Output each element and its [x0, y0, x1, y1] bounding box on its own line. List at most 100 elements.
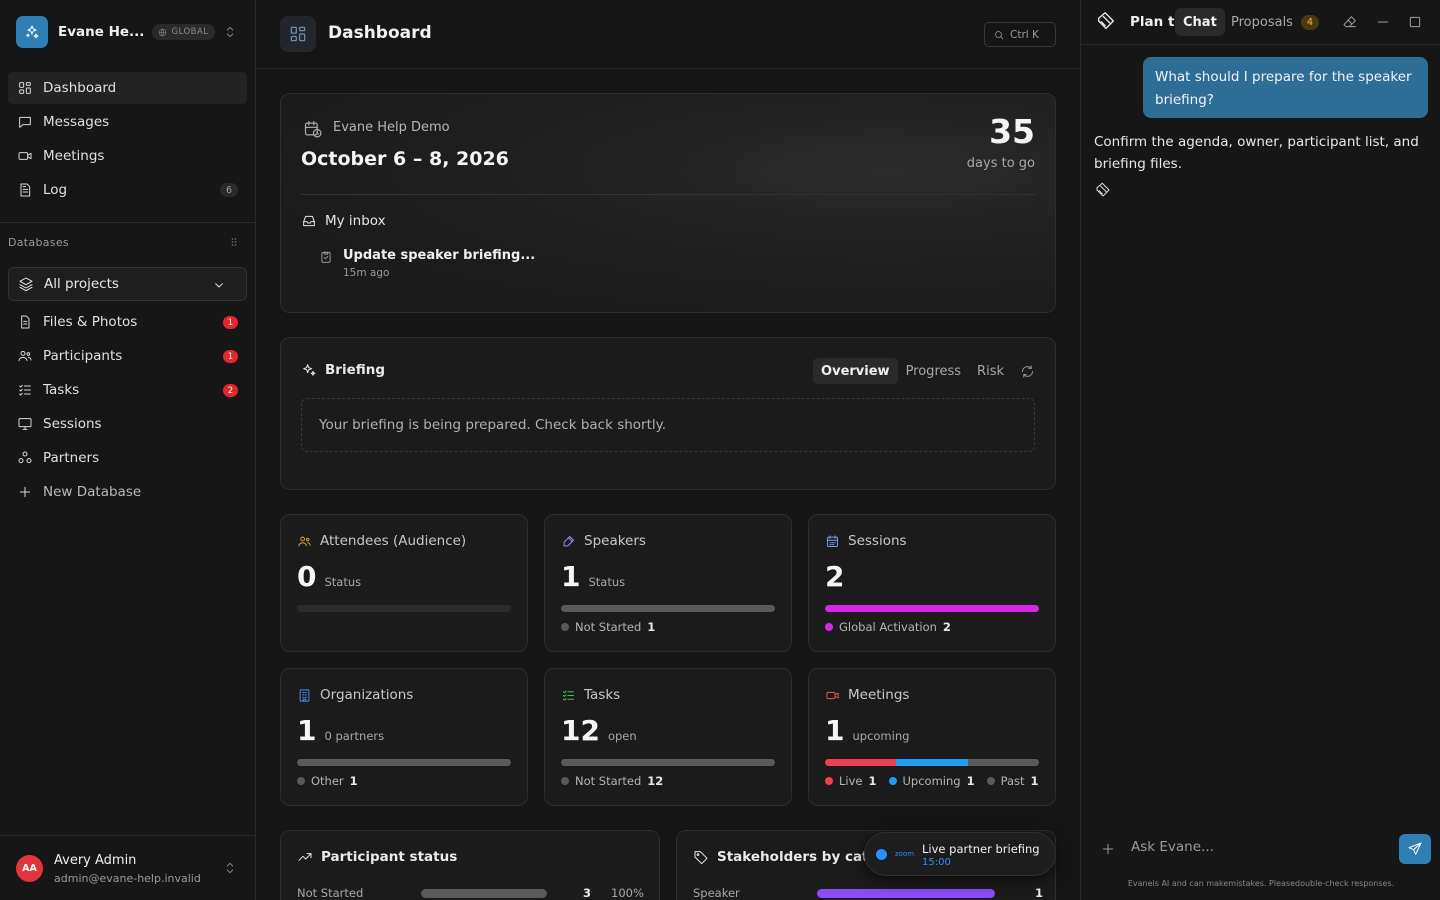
- stat-heading: Attendees (Audience): [297, 533, 466, 549]
- main-nav: Dashboard Messages Meetings Log 6: [8, 72, 247, 208]
- trending-up-icon: [298, 853, 312, 861]
- tab-progress[interactable]: Progress: [898, 358, 969, 384]
- db-item-participants[interactable]: Participants 1: [8, 340, 247, 372]
- refresh-icon[interactable]: [1020, 364, 1035, 379]
- speaker-icon: [563, 535, 574, 546]
- nav-item-dashboard[interactable]: Dashboard: [8, 72, 247, 104]
- legend-label: Not Started: [575, 774, 642, 788]
- tab-proposals-label: Proposals: [1231, 14, 1293, 30]
- legend-label: Past: [1000, 774, 1025, 788]
- chevron-updown-icon: [222, 860, 238, 876]
- stat-card-attendees[interactable]: Attendees (Audience) 0 Status: [280, 514, 528, 652]
- attach-plus-icon[interactable]: [1100, 841, 1116, 857]
- briefing-title: Briefing: [325, 362, 386, 378]
- workspace-name: Evane He...: [58, 24, 145, 40]
- db-item-partners[interactable]: Partners: [8, 442, 247, 474]
- legend-dot: [561, 777, 569, 785]
- stat-bar-segment: [967, 759, 1039, 766]
- stat-bar-segment: [561, 759, 775, 766]
- calendar-icon: [827, 534, 838, 547]
- send-button[interactable]: [1399, 834, 1431, 864]
- stat-subtitle: Status: [588, 575, 626, 589]
- db-item-tasks[interactable]: Tasks 2: [8, 374, 247, 406]
- db-item-sessions[interactable]: Sessions: [8, 408, 247, 440]
- tab-risk[interactable]: Risk: [969, 358, 1012, 384]
- chat-input[interactable]: [1131, 837, 1391, 857]
- stat-card-sessions[interactable]: Sessions 2 Global Activation 2: [808, 514, 1056, 652]
- stat-subtitle: open: [607, 729, 637, 743]
- legend-item: Not Started 12: [561, 774, 663, 788]
- drag-handle-icon[interactable]: [228, 236, 240, 248]
- legend-label: Global Activation: [839, 620, 937, 634]
- workspace-logo-icon: [16, 16, 48, 48]
- stat-value: 1 0 partners: [297, 714, 384, 747]
- tab-proposals[interactable]: Proposals 4: [1231, 8, 1319, 36]
- nav-item-log[interactable]: Log 6: [8, 174, 247, 206]
- status-row: Not Started 3 100%: [297, 886, 644, 900]
- stat-bar-segment: [825, 759, 897, 766]
- legend-value: 1: [868, 774, 877, 788]
- new-database-button[interactable]: New Database: [8, 476, 247, 508]
- tab-chat[interactable]: Chat: [1175, 8, 1225, 36]
- legend-item: Live 1: [825, 774, 877, 788]
- toast-time: 15:00: [922, 857, 951, 868]
- file-icon: [21, 315, 30, 329]
- sessions-icon: [18, 418, 32, 430]
- inbox-heading: My inbox: [301, 213, 386, 229]
- stat-value: 12 open: [561, 714, 637, 747]
- clipboard-icon: [321, 251, 331, 263]
- briefing-tabs: Overview Progress Risk: [813, 358, 1035, 384]
- stat-value: 0 Status: [297, 560, 361, 593]
- plus-icon: [19, 486, 31, 498]
- alert-count-badge: 1: [223, 316, 238, 329]
- stat-card-meetings[interactable]: Meetings 1 upcoming Live 1 Upcoming 1 Past 1: [808, 668, 1056, 806]
- command-search-button[interactable]: Ctrl K: [984, 22, 1056, 47]
- tab-overview[interactable]: Overview: [813, 358, 898, 384]
- legend-dot: [986, 777, 995, 785]
- chat-composer: [1081, 830, 1440, 870]
- user-menu[interactable]: AA Avery Admin admin@evane-help.invalid: [0, 835, 256, 900]
- stat-bar-segment: [561, 605, 775, 612]
- minimize-icon[interactable]: [1375, 14, 1391, 30]
- event-dates: October 6 – 8, 2026: [301, 148, 509, 170]
- stat-subtitle: upcoming: [852, 729, 910, 743]
- status-row-bar: [421, 889, 547, 898]
- workspace-switcher[interactable]: Evane He... GLOBAL: [16, 16, 248, 48]
- legend-item: Global Activation 2: [825, 620, 951, 634]
- globe-icon: [159, 28, 167, 36]
- stat-number: 1: [825, 714, 845, 747]
- stat-legend: Not Started 12: [561, 774, 663, 788]
- db-item-label: Files & Photos: [43, 314, 138, 330]
- event-name: Evane Help Demo: [333, 120, 450, 135]
- nav-item-meetings[interactable]: Meetings: [8, 140, 247, 172]
- legend-dot: [888, 777, 897, 785]
- inbox-item-time: 15m ago: [343, 267, 390, 279]
- live-meeting-toast[interactable]: zoom Live partner briefing 15:00: [864, 832, 1056, 876]
- databases-heading: Databases: [8, 236, 240, 250]
- chevron-updown-icon[interactable]: [222, 24, 238, 40]
- stat-number: 12: [561, 714, 600, 747]
- user-message: What should I prepare for the speaker br…: [1143, 57, 1428, 118]
- status-row-label: Not Started: [297, 886, 364, 900]
- project-selector[interactable]: All projects: [8, 267, 247, 301]
- nav-label: Dashboard: [43, 80, 117, 96]
- nav-item-messages[interactable]: Messages: [8, 106, 247, 138]
- eraser-icon[interactable]: [1342, 14, 1358, 30]
- proposals-count-badge: 4: [1300, 14, 1319, 30]
- page-header: Dashboard Ctrl K: [256, 0, 1080, 69]
- attendees-icon: [298, 536, 311, 546]
- participant-status-heading: Participant status: [297, 849, 457, 865]
- maximize-icon[interactable]: [1407, 14, 1423, 30]
- nav-label: Meetings: [43, 148, 105, 164]
- stat-card-tasks[interactable]: Tasks 12 open Not Started 12: [544, 668, 792, 806]
- stat-card-organizations[interactable]: Organizations 1 0 partners Other 1: [280, 668, 528, 806]
- stat-bar: [297, 759, 511, 766]
- db-item-files-photos[interactable]: Files & Photos 1: [8, 306, 247, 338]
- building-icon: [299, 688, 310, 702]
- legend-dot: [825, 623, 833, 631]
- inbox-item[interactable]: Update speaker briefing... 15m ago: [319, 248, 535, 279]
- participant-status-card: Participant status Not Started 3 100%: [280, 830, 660, 900]
- stat-card-speakers[interactable]: Speakers 1 Status Not Started 1: [544, 514, 792, 652]
- nav-label: Messages: [43, 114, 110, 130]
- legend-value: 1: [1030, 774, 1039, 788]
